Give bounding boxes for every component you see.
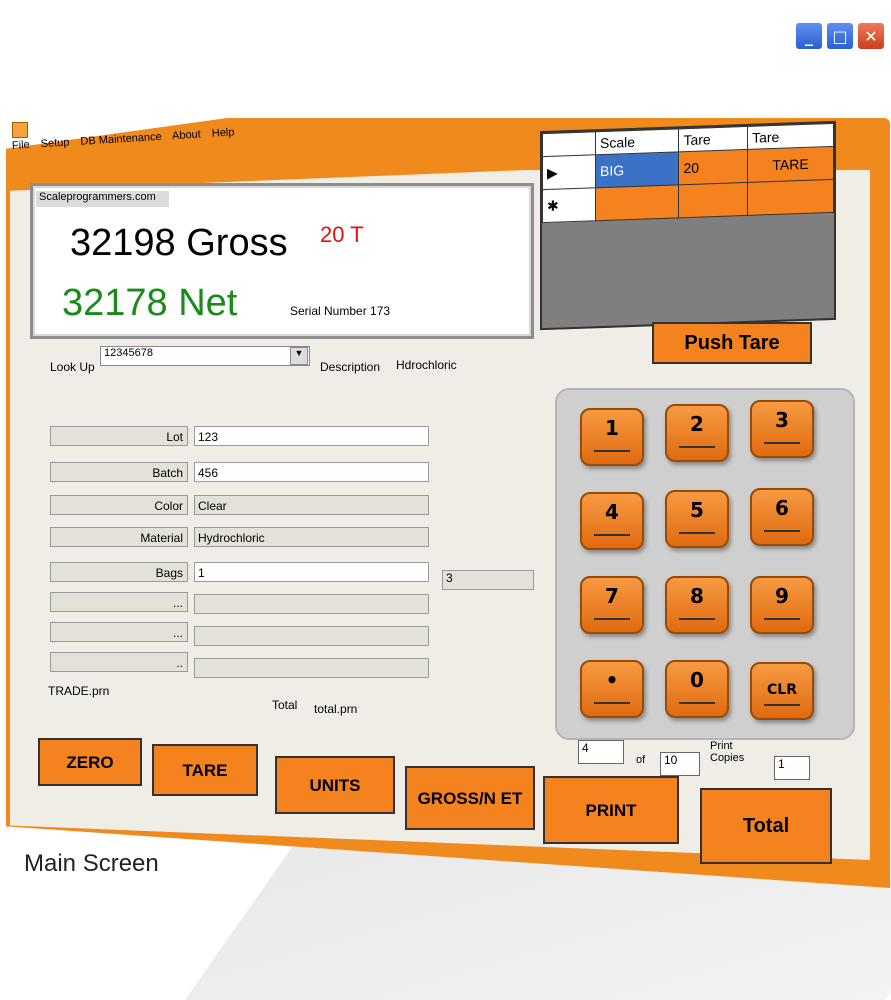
grid-cell-tare[interactable]: 20 xyxy=(678,149,748,185)
window-title: 32198 Soft Indicator 3.0.7.9 Demo -10 Us… xyxy=(29,67,505,114)
key-9[interactable]: 9 xyxy=(750,576,814,634)
tare-button[interactable]: TARE xyxy=(152,744,258,796)
chevron-down-icon[interactable]: ▼ xyxy=(290,347,308,365)
row-selector-icon[interactable]: ▶ xyxy=(542,154,596,190)
field-label-extra-2: ... xyxy=(50,622,188,642)
display-source-label: Scaleprogrammers.com xyxy=(36,191,169,207)
new-row-icon[interactable]: ✱ xyxy=(542,187,596,223)
maximize-button[interactable]: □ xyxy=(826,22,854,50)
units-button[interactable]: UNITS xyxy=(275,756,395,814)
grid-tare-button[interactable] xyxy=(747,179,834,216)
print-of-label: of xyxy=(636,754,646,766)
extra-field-3 xyxy=(194,658,429,678)
key-1[interactable]: 1 xyxy=(580,408,644,466)
key-decimal[interactable]: • xyxy=(580,660,644,718)
lot-input[interactable]: 123 xyxy=(194,426,429,446)
grid-corner xyxy=(542,131,596,157)
key-8[interactable]: 8 xyxy=(665,576,729,634)
app-icon xyxy=(12,122,28,138)
field-label-lot: Lot xyxy=(50,426,188,446)
grid-cell-scale[interactable]: BIG xyxy=(595,151,679,188)
tare-weight: 20 T xyxy=(320,222,364,247)
batch-input[interactable]: 456 xyxy=(194,462,429,482)
field-label-extra-3: .. xyxy=(50,652,188,672)
grid-header-tare[interactable]: Tare xyxy=(678,126,748,152)
key-0[interactable]: 0 xyxy=(665,660,729,718)
extra-field-2 xyxy=(194,626,429,646)
bags-count: 3 xyxy=(442,570,534,590)
print-copies-input[interactable]: 1 xyxy=(774,756,810,780)
grid-header-tare-action[interactable]: Tare xyxy=(747,123,834,150)
material-field: Hydrochloric xyxy=(194,527,429,547)
gross-net-button[interactable]: GROSS/N ET xyxy=(405,766,535,830)
key-4[interactable]: 4 xyxy=(580,492,644,550)
lookup-label: Look Up xyxy=(50,360,95,374)
key-2[interactable]: 2 xyxy=(665,404,729,462)
grid-cell-tare[interactable] xyxy=(678,182,748,218)
window-controls: _ □ ✕ xyxy=(795,22,885,50)
field-label-batch: Batch xyxy=(50,462,188,482)
lookup-select[interactable]: 12345678 xyxy=(100,346,310,366)
key-clear[interactable]: CLR xyxy=(750,662,814,720)
screen-caption: Main Screen xyxy=(24,850,159,877)
field-label-color: Color xyxy=(50,495,188,515)
key-3[interactable]: 3 xyxy=(750,400,814,458)
minimize-button[interactable]: _ xyxy=(795,22,823,50)
grid-cell-scale[interactable] xyxy=(595,184,679,221)
extra-field-1 xyxy=(194,594,429,614)
print-copies-label: Print Copies xyxy=(710,740,745,764)
field-label-extra-1: ... xyxy=(50,592,188,612)
field-label-material: Material xyxy=(50,527,188,547)
description-value: Hdrochloric xyxy=(396,358,457,372)
menu-file[interactable]: File xyxy=(12,139,30,152)
close-button[interactable]: ✕ xyxy=(857,22,885,50)
key-6[interactable]: 6 xyxy=(750,488,814,546)
print-current-input[interactable]: 4 xyxy=(578,740,624,764)
total-button[interactable]: Total xyxy=(700,788,832,864)
bags-input[interactable]: 1 xyxy=(194,562,429,582)
app-window: _ □ ✕ 32198 Soft Indicator 3.0.7.9 Demo … xyxy=(0,0,891,918)
key-5[interactable]: 5 xyxy=(665,490,729,548)
color-field: Clear xyxy=(194,495,429,515)
print-button[interactable]: PRINT xyxy=(543,776,679,844)
zero-button[interactable]: ZERO xyxy=(38,738,142,786)
push-tare-button[interactable]: Push Tare xyxy=(652,322,812,364)
menu-help[interactable]: Help xyxy=(211,126,234,139)
net-weight: 32178 Net xyxy=(62,282,238,324)
total-file: total.prn xyxy=(314,702,358,716)
key-7[interactable]: 7 xyxy=(580,576,644,634)
grid-tare-button[interactable]: TARE xyxy=(747,146,834,183)
total-label: Total xyxy=(272,698,298,712)
serial-number: Serial Number 173 xyxy=(290,304,391,318)
description-label: Description xyxy=(320,360,381,374)
print-count-input[interactable]: 10 xyxy=(660,752,700,776)
grid-header-scale[interactable]: Scale xyxy=(595,128,679,155)
menu-setup[interactable]: Setup xyxy=(40,136,69,150)
gross-weight: 32198 Gross xyxy=(70,222,288,264)
trade-file: TRADE.prn xyxy=(48,684,110,698)
menu-about[interactable]: About xyxy=(172,128,201,142)
scale-grid: Scale Tare Tare ▶ BIG 20 TARE ✱ xyxy=(540,120,836,331)
field-label-bags: Bags xyxy=(50,562,188,582)
